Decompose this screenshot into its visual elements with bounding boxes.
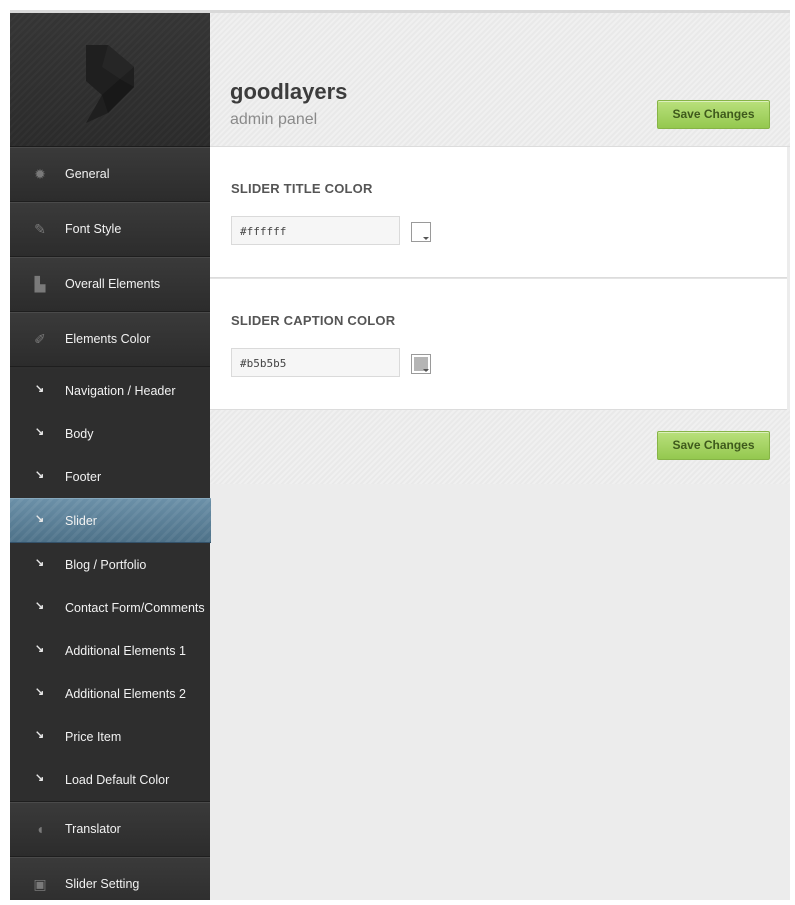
brush-icon: ✐	[34, 331, 46, 347]
admin-frame: ✹ General ✎ Font Style ▙ Overall Element…	[10, 10, 790, 900]
elements-color-submenu: ↘ Navigation / Header ↘ Body ↘ Footer ↘ …	[10, 367, 211, 802]
arrow-down-right-icon: ↘	[35, 772, 45, 784]
monitor-icon: ▣	[33, 876, 47, 892]
sidebar-subitem-slider[interactable]: ↘ Slider	[10, 498, 211, 543]
sidebar-subitem-navigation-header[interactable]: ↘ Navigation / Header	[10, 369, 210, 412]
sidebar-item-elements-color[interactable]: ✐ Elements Color	[10, 312, 210, 367]
goodlayers-logo-icon	[86, 45, 134, 123]
sidebar-item-font-style[interactable]: ✎ Font Style	[10, 202, 210, 257]
gear-icon: ✹	[34, 166, 46, 182]
sidebar-subitem-label: Price Item	[65, 730, 122, 744]
sidebar-item-label: Elements Color	[65, 332, 151, 346]
arrow-down-right-icon: ↘	[35, 426, 45, 438]
sidebar-subitem-blog-portfolio[interactable]: ↘ Blog / Portfolio	[10, 543, 210, 586]
sidebar-subitem-body[interactable]: ↘ Body	[10, 412, 210, 455]
sidebar-item-label: Slider Setting	[65, 877, 140, 891]
arrow-down-right-icon: ↘	[35, 383, 45, 395]
sidebar-subitem-label: Body	[65, 427, 94, 441]
arrow-down-right-icon: ↘	[35, 729, 45, 741]
arrow-down-right-icon: ↘	[35, 643, 45, 655]
color-swatch-picker[interactable]	[411, 222, 431, 242]
sidebar-subitem-footer[interactable]: ↘ Footer	[10, 455, 210, 498]
footer-bar: Save Changes	[210, 410, 790, 484]
save-changes-button-bottom[interactable]: Save Changes	[657, 431, 770, 460]
sidebar-item-label: Overall Elements	[65, 277, 161, 291]
page-header: goodlayers admin panel Save Changes	[210, 13, 790, 147]
save-changes-button[interactable]: Save Changes	[657, 100, 770, 129]
sidebar-subitem-label: Additional Elements 2	[65, 687, 186, 701]
sidebar-item-label: General	[65, 167, 110, 181]
sidebar-item-label: Font Style	[65, 222, 122, 236]
slider-title-color-section: SLIDER TITLE COLOR #ffffff	[210, 147, 787, 278]
pencil-icon: ✎	[34, 221, 46, 237]
section-title: SLIDER CAPTION COLOR	[231, 313, 396, 328]
pacman-icon: ◖	[35, 821, 45, 837]
arrow-down-right-icon: ↘	[35, 557, 45, 569]
dropdown-arrow-icon	[423, 237, 429, 240]
color-value-input[interactable]: #b5b5b5	[231, 348, 400, 377]
sidebar-subitem-contact-form[interactable]: ↘ Contact Form/Comments	[10, 586, 210, 629]
sidebar-item-slider-setting[interactable]: ▣ Slider Setting	[10, 857, 210, 900]
sidebar-menu: ✹ General ✎ Font Style ▙ Overall Element…	[10, 147, 211, 900]
arrow-down-right-icon: ↘	[35, 513, 45, 525]
sidebar-item-overall-elements[interactable]: ▙ Overall Elements	[10, 257, 210, 312]
sidebar-subitem-label: Navigation / Header	[65, 384, 176, 398]
color-swatch-picker[interactable]	[411, 354, 431, 374]
sidebar-subitem-additional-elements-2[interactable]: ↘ Additional Elements 2	[10, 672, 210, 715]
sidebar-item-label: Translator	[65, 822, 121, 836]
sidebar-subitem-label: Slider	[65, 514, 97, 528]
sidebar-item-translator[interactable]: ◖ Translator	[10, 802, 210, 857]
arrow-down-right-icon: ↘	[35, 686, 45, 698]
sidebar-subitem-additional-elements-1[interactable]: ↘ Additional Elements 1	[10, 629, 210, 672]
page-subtitle: admin panel	[230, 111, 318, 128]
sidebar-subitem-price-item[interactable]: ↘ Price Item	[10, 715, 210, 758]
slider-caption-color-section: SLIDER CAPTION COLOR #b5b5b5	[210, 278, 787, 410]
sidebar-item-general[interactable]: ✹ General	[10, 147, 210, 202]
page-title: goodlayers	[230, 79, 348, 104]
sidebar-subitem-label: Contact Form/Comments	[65, 601, 205, 615]
sidebar-subitem-label: Additional Elements 1	[65, 644, 186, 658]
sidebar-subitem-label: Footer	[65, 470, 102, 484]
sidebar: ✹ General ✎ Font Style ▙ Overall Element…	[10, 13, 211, 900]
sidebar-subitem-label: Load Default Color	[65, 773, 170, 787]
color-value-input[interactable]: #ffffff	[231, 216, 400, 245]
dropdown-arrow-icon	[423, 369, 429, 372]
layout-icon: ▙	[34, 276, 46, 292]
sidebar-subitem-load-default-color[interactable]: ↘ Load Default Color	[10, 758, 210, 801]
main-panel: goodlayers admin panel Save Changes SLID…	[210, 13, 790, 900]
section-title: SLIDER TITLE COLOR	[231, 181, 373, 196]
arrow-down-right-icon: ↘	[35, 600, 45, 612]
logo-area	[10, 13, 210, 147]
sidebar-subitem-label: Blog / Portfolio	[65, 558, 147, 572]
arrow-down-right-icon: ↘	[35, 469, 45, 481]
